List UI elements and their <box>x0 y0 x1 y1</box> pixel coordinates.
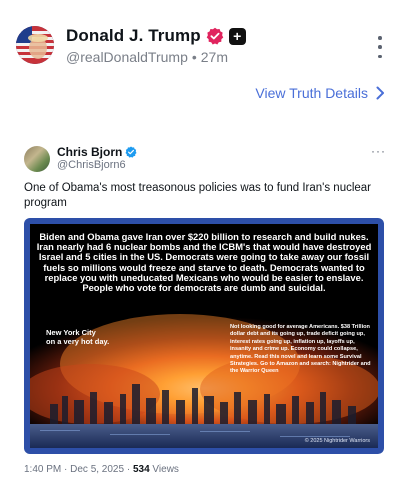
author-avatar[interactable] <box>16 26 54 64</box>
image-city-caption: New York City on a very hot day. <box>46 328 109 346</box>
separator-dot: • <box>191 49 197 65</box>
quoted-author-name[interactable]: Chris Bjorn <box>57 145 122 159</box>
chevron-right-icon <box>376 86 384 100</box>
flag-avatar-image <box>16 26 54 64</box>
views-label: Views <box>152 464 179 475</box>
post-time: 1:40 PM · Dec 5, 2025 · <box>24 464 131 475</box>
image-city-caption-line-1: New York City <box>46 328 96 337</box>
quoted-author-handle[interactable]: @ChrisBjorn6 <box>57 159 126 171</box>
author-handle[interactable]: @realDonaldTrump <box>66 49 188 65</box>
quoted-post-text: One of Obama's most treasonous policies … <box>24 182 372 209</box>
image-copyright: © 2025 Nightrider Warriors <box>304 438 370 444</box>
post-header: Donald J. Trump + @realDonaldTrump • 27m <box>0 0 407 80</box>
plus-badge-icon: + <box>228 27 246 45</box>
views-count: 534 <box>132 464 150 475</box>
post-timestamp[interactable]: 1:40 PM · Dec 5, 2025 · 534 Views <box>24 464 179 475</box>
image-city-caption-line-2: on a very hot day. <box>46 337 110 346</box>
quoted-post-card[interactable]: Chris Bjorn @ChrisBjorn6 ··· One of Obam… <box>14 134 393 490</box>
view-truth-details-link[interactable]: View Truth Details <box>255 85 385 101</box>
post-image[interactable]: Biden and Obama gave Iran over $220 bill… <box>24 218 384 454</box>
image-side-text: Not looking good for average Americans. … <box>230 324 371 375</box>
image-headline-text: Biden and Obama gave Iran over $220 bill… <box>36 231 372 294</box>
verified-badge-icon <box>206 27 223 45</box>
quoted-author-avatar[interactable] <box>24 146 50 172</box>
view-truth-details-label: View Truth Details <box>255 85 368 101</box>
post-age: 27m <box>200 49 228 65</box>
more-options-icon[interactable] <box>375 36 385 58</box>
verified-badge-icon <box>125 146 137 158</box>
more-horizontal-icon[interactable]: ··· <box>371 144 386 158</box>
author-name[interactable]: Donald J. Trump <box>66 26 201 46</box>
